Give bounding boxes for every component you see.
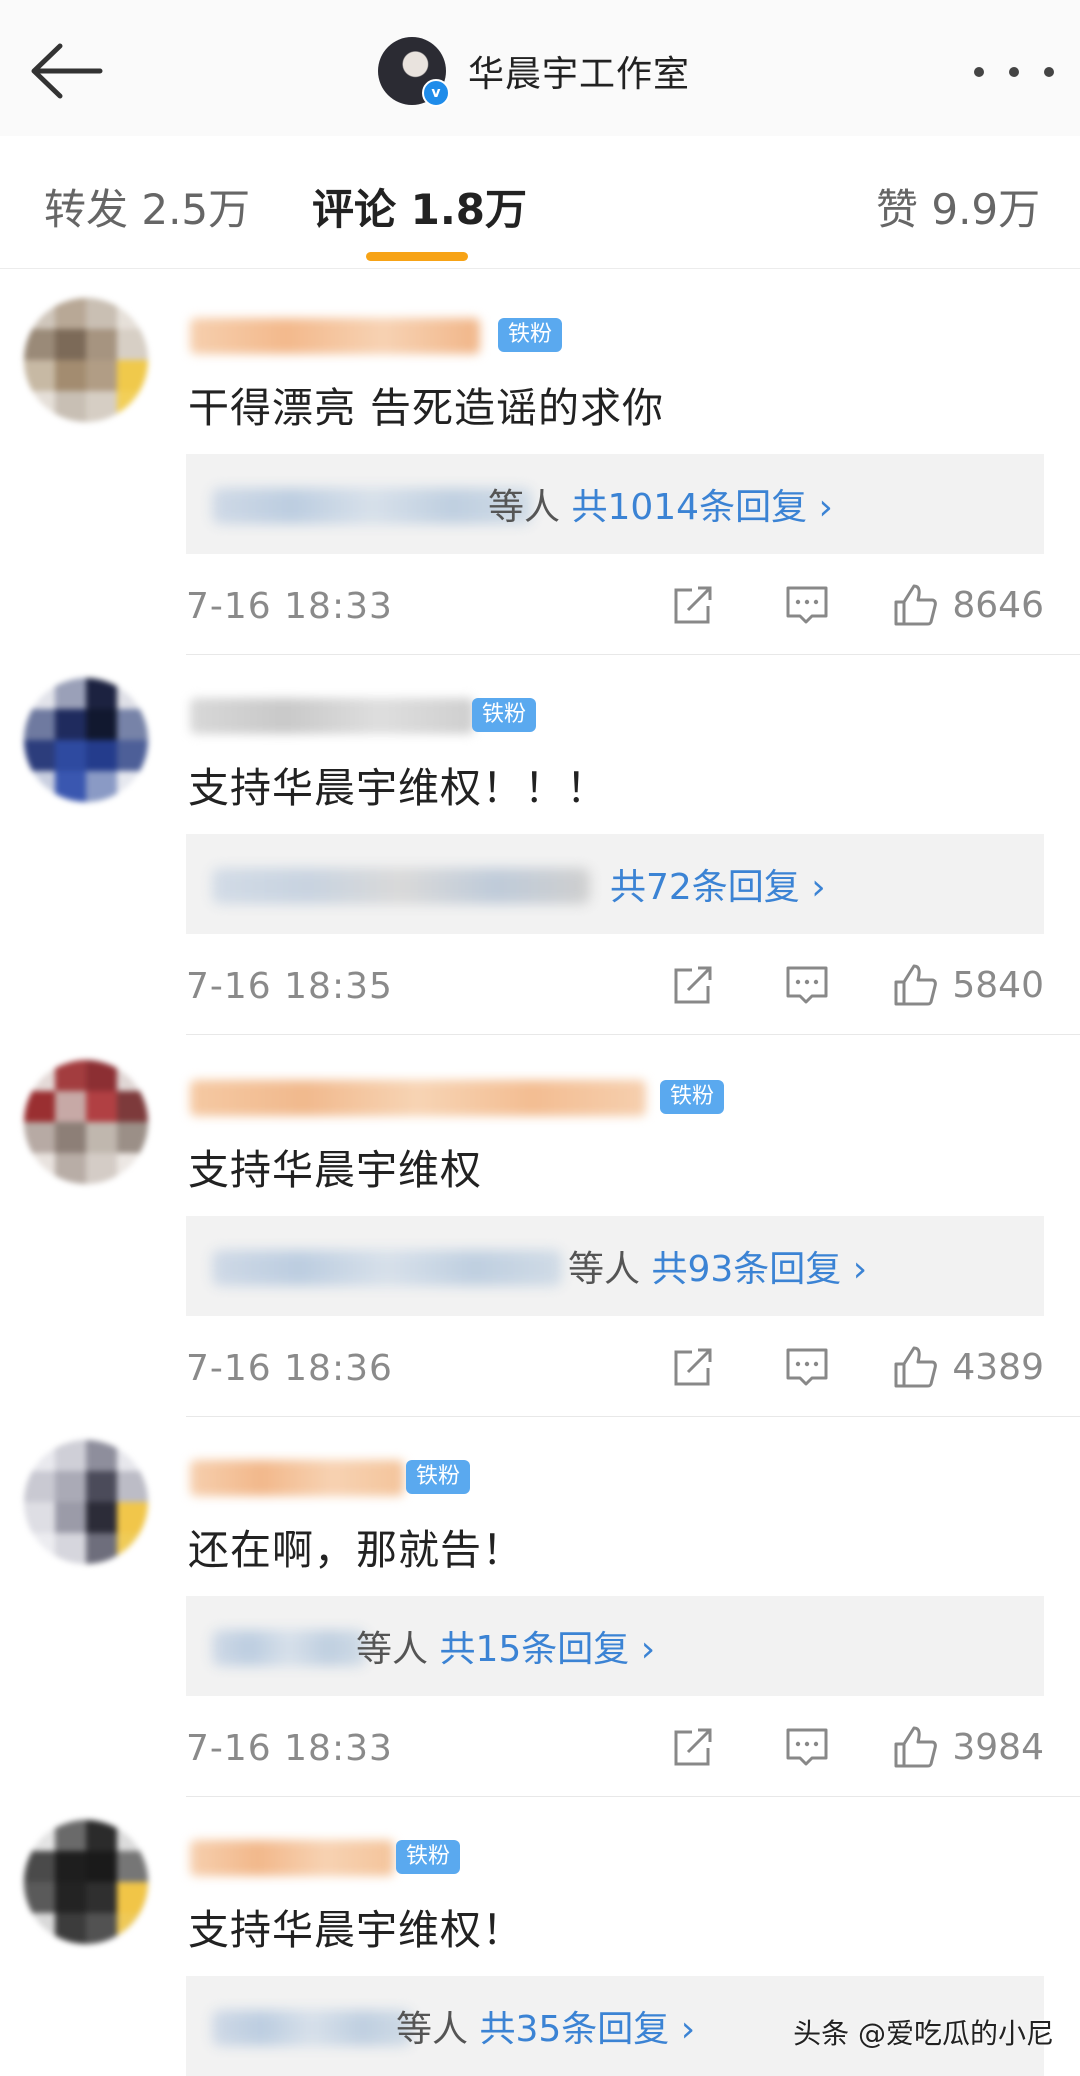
comment-text: 还在啊，那就告！ bbox=[188, 1526, 524, 1574]
reply-preview[interactable]: 等人 共93条回复 › bbox=[186, 1216, 1044, 1316]
like-icon bbox=[894, 584, 938, 626]
comment-icon[interactable] bbox=[784, 582, 830, 628]
reply-count-link[interactable]: 共93条回复 › bbox=[651, 1249, 867, 1290]
repost-icon[interactable] bbox=[670, 1344, 716, 1390]
comment-text: 支持华晨宇维权！ bbox=[188, 1906, 524, 1954]
reply-prefix: 等人 bbox=[488, 487, 561, 528]
comment-actions: 7-16 18:36 4389 bbox=[186, 1344, 1044, 1394]
reply-preview[interactable]: 共72条回复 › bbox=[186, 834, 1044, 934]
top-bar: v 华晨宇工作室 bbox=[0, 0, 1080, 137]
profile-title[interactable]: v 华晨宇工作室 bbox=[378, 34, 690, 108]
comment-text: 干得漂亮 告死造谣的求你 bbox=[188, 384, 665, 432]
like-icon bbox=[894, 1346, 938, 1388]
repost-icon[interactable] bbox=[670, 582, 716, 628]
repost-icon[interactable] bbox=[670, 1724, 716, 1770]
comment-text: 支持华晨宇维权 bbox=[188, 1146, 482, 1194]
replier-names bbox=[212, 1630, 366, 1666]
more-dot bbox=[1044, 67, 1054, 77]
fan-badge: 铁粉 bbox=[406, 1460, 471, 1494]
avatar[interactable] bbox=[24, 1440, 148, 1564]
more-button[interactable] bbox=[974, 52, 1054, 92]
avatar[interactable] bbox=[24, 678, 148, 802]
like-count: 5840 bbox=[952, 964, 1044, 1006]
replier-names bbox=[212, 868, 590, 904]
divider bbox=[186, 1796, 1080, 1797]
divider bbox=[186, 654, 1080, 655]
divider bbox=[186, 1416, 1080, 1417]
verified-badge-icon: v bbox=[422, 79, 450, 107]
avatar[interactable] bbox=[24, 1820, 148, 1944]
back-button[interactable] bbox=[26, 36, 106, 106]
page-title: 华晨宇工作室 bbox=[468, 54, 691, 95]
repost-icon[interactable] bbox=[670, 962, 716, 1008]
comment-icon[interactable] bbox=[784, 962, 830, 1008]
tab-likes[interactable]: 赞 9.9万 bbox=[876, 176, 1040, 237]
active-tab-indicator bbox=[366, 252, 468, 261]
username[interactable] bbox=[190, 318, 480, 354]
like-count: 3984 bbox=[952, 1726, 1044, 1768]
comment-actions: 7-16 18:35 5840 bbox=[186, 962, 1044, 1012]
back-arrow-icon bbox=[31, 43, 103, 99]
reply-prefix: 等人 bbox=[396, 2009, 469, 2050]
like-icon bbox=[894, 1726, 938, 1768]
like-count: 8646 bbox=[952, 584, 1044, 626]
reply-count-link[interactable]: 共72条回复 › bbox=[610, 867, 826, 908]
more-dot bbox=[1009, 67, 1019, 77]
reply-summary: 等人 共35条回复 › bbox=[396, 2000, 695, 2052]
avatar[interactable] bbox=[24, 298, 148, 422]
comment-actions: 7-16 18:33 3984 bbox=[186, 1724, 1044, 1774]
timestamp: 7-16 18:33 bbox=[186, 586, 393, 627]
like-button[interactable]: 8646 bbox=[892, 582, 1044, 628]
tab-comments[interactable]: 评论 1.8万 bbox=[312, 176, 527, 237]
reply-summary: 共72条回复 › bbox=[610, 858, 826, 910]
fan-badge: 铁粉 bbox=[660, 1080, 725, 1114]
like-button[interactable]: 5840 bbox=[892, 962, 1044, 1008]
comment-icon[interactable] bbox=[784, 1724, 830, 1770]
fan-badge: 铁粉 bbox=[472, 698, 537, 732]
reply-summary: 等人 共1014条回复 › bbox=[488, 478, 833, 530]
profile-avatar[interactable]: v bbox=[378, 37, 450, 107]
like-count: 4389 bbox=[952, 1346, 1044, 1388]
replier-names bbox=[212, 1250, 562, 1286]
fan-badge: 铁粉 bbox=[396, 1840, 461, 1874]
reply-preview[interactable]: 等人 共15条回复 › bbox=[186, 1596, 1044, 1696]
username[interactable] bbox=[190, 1080, 646, 1116]
replier-names bbox=[212, 2010, 412, 2046]
like-icon bbox=[894, 964, 938, 1006]
watermark: 头条 @爱吃瓜的小尼 bbox=[793, 2017, 1054, 2050]
avatar[interactable] bbox=[24, 1060, 148, 1184]
reply-count-link[interactable]: 共35条回复 › bbox=[479, 2009, 695, 2050]
comment-icon[interactable] bbox=[784, 1344, 830, 1390]
reply-prefix: 等人 bbox=[356, 1629, 429, 1670]
comment-text: 支持华晨宇维权！！！ bbox=[188, 764, 608, 812]
like-button[interactable]: 4389 bbox=[892, 1344, 1044, 1390]
reply-preview[interactable]: 等人 共1014条回复 › bbox=[186, 454, 1044, 554]
divider bbox=[186, 1034, 1080, 1035]
username[interactable] bbox=[190, 698, 474, 734]
reply-prefix: 等人 bbox=[568, 1249, 641, 1290]
reply-count-link[interactable]: 共1014条回复 › bbox=[571, 487, 832, 528]
like-button[interactable]: 3984 bbox=[892, 1724, 1044, 1770]
reply-summary: 等人 共93条回复 › bbox=[568, 1240, 867, 1292]
replier-names bbox=[212, 488, 532, 524]
reply-summary: 等人 共15条回复 › bbox=[356, 1620, 655, 1672]
reply-count-link[interactable]: 共15条回复 › bbox=[439, 1629, 655, 1670]
more-dots-icon bbox=[974, 67, 984, 77]
username[interactable] bbox=[190, 1840, 394, 1876]
comment-actions: 7-16 18:33 8646 bbox=[186, 582, 1044, 632]
timestamp: 7-16 18:33 bbox=[186, 1728, 393, 1769]
timestamp: 7-16 18:36 bbox=[186, 1348, 393, 1389]
fan-badge: 铁粉 bbox=[498, 318, 563, 352]
timestamp: 7-16 18:35 bbox=[186, 966, 393, 1007]
tab-reposts[interactable]: 转发 2.5万 bbox=[44, 176, 250, 237]
username[interactable] bbox=[190, 1460, 404, 1496]
tab-bar: 转发 2.5万 评论 1.8万 赞 9.9万 bbox=[0, 136, 1080, 269]
